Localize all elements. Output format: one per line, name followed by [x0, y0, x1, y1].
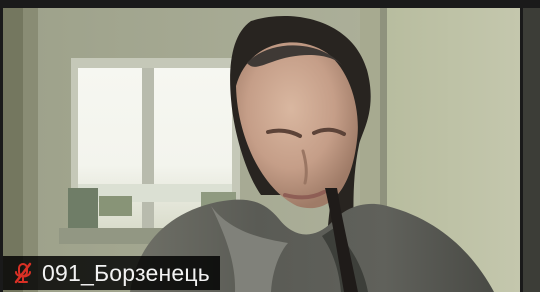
microphone-muted-icon	[13, 262, 33, 284]
participant-name: 091_Борзенець	[42, 259, 210, 286]
participant-video-feed	[3, 8, 520, 292]
video-meeting-window: 091_Борзенець	[0, 0, 540, 292]
participant-video-tile[interactable]	[3, 8, 520, 292]
participant-name-tag: 091_Борзенець	[3, 256, 220, 290]
next-participant-video-edge[interactable]	[523, 8, 540, 292]
